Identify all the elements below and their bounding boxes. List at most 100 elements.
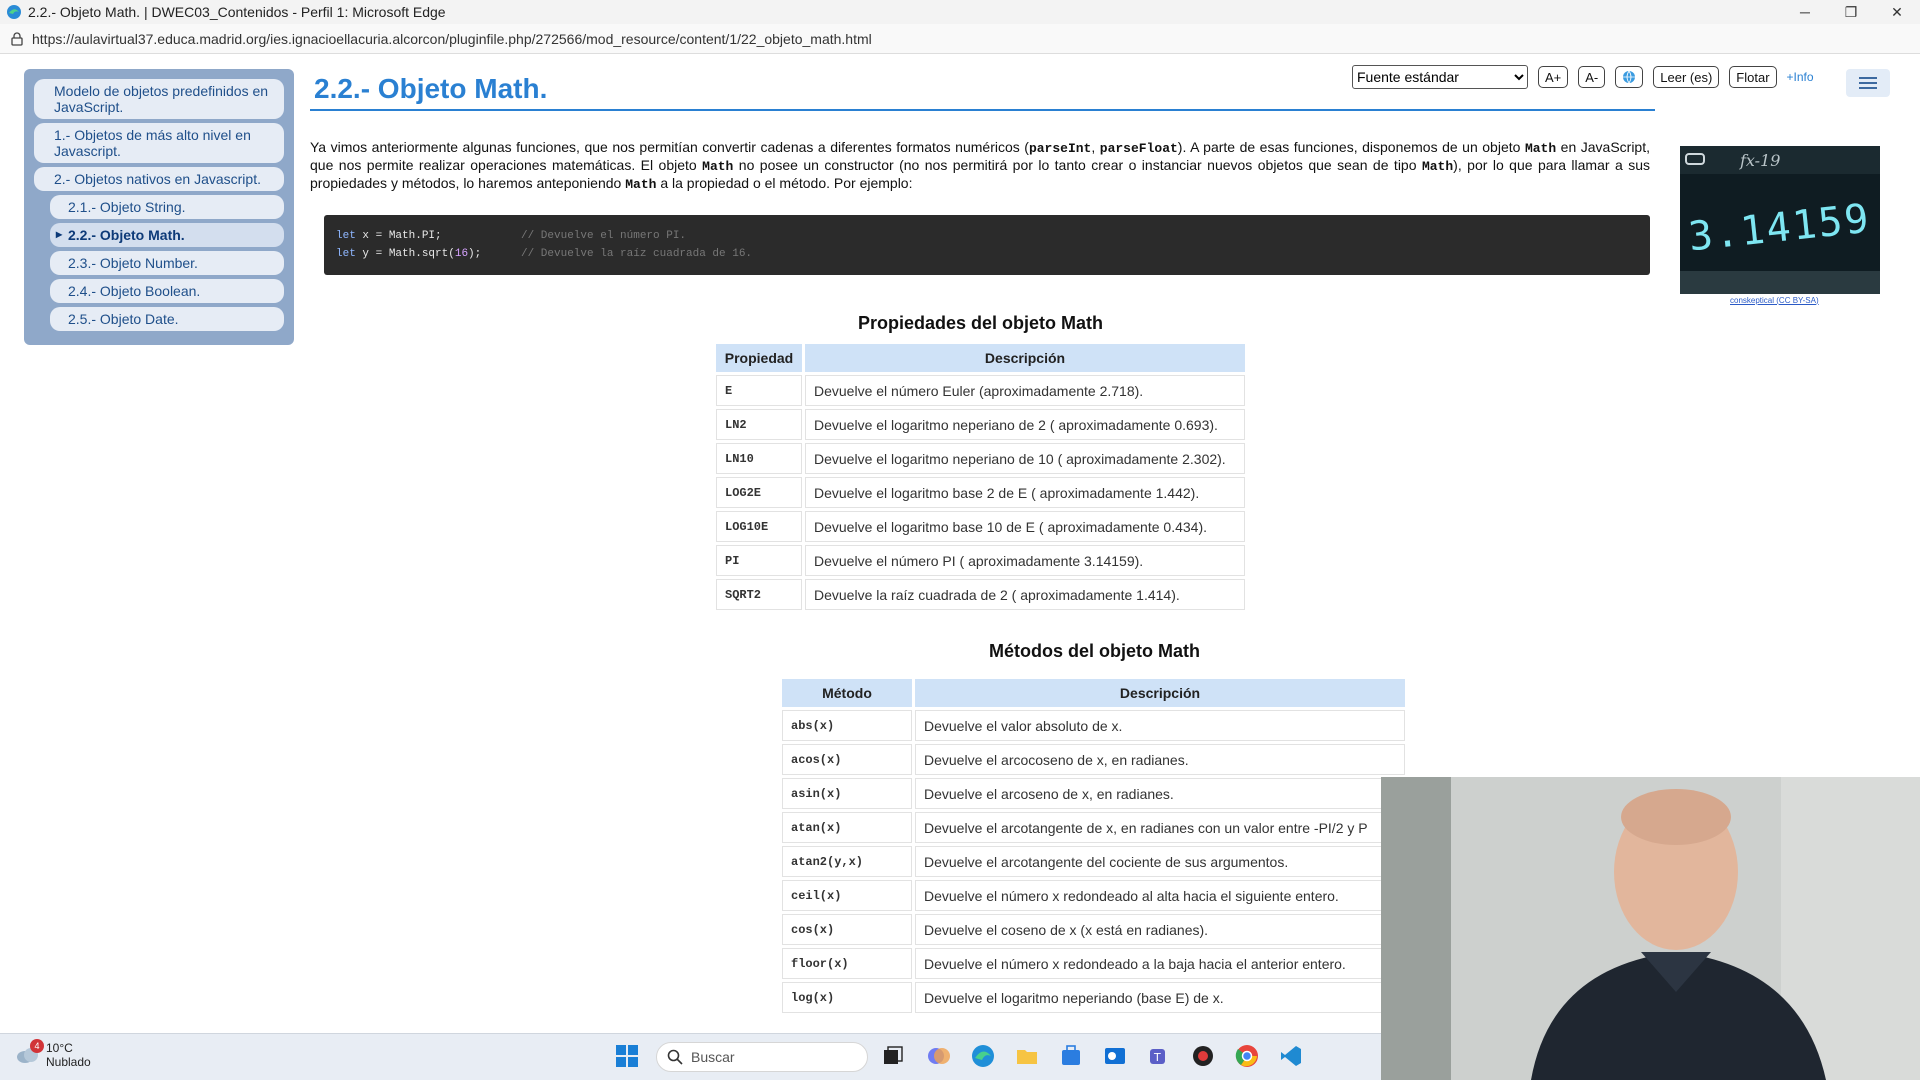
prop-name: LN2 — [716, 409, 802, 440]
table-row: asin(x) Devuelve el arcoseno de x, en rad… — [782, 778, 1405, 809]
methods-heading: Métodos del objeto Math — [989, 641, 1200, 661]
copilot-icon[interactable] — [926, 1043, 952, 1069]
method-desc: Devuelve el arcoseno de x, en radianes. — [915, 778, 1405, 809]
vscode-icon[interactable] — [1278, 1043, 1304, 1069]
menu-icon — [1859, 77, 1877, 79]
table-row: ceil(x) Devuelve el número x redondeado a… — [782, 880, 1405, 911]
prop-name: LOG2E — [716, 477, 802, 508]
method-desc: Devuelve el arcotangente del cociente de… — [915, 846, 1405, 877]
table-row: E Devuelve el número Euler (aproximadamen… — [716, 375, 1245, 406]
address-bar[interactable]: https://aulavirtual37.educa.madrid.org/i… — [0, 24, 1920, 54]
font-decrease-button[interactable]: A- — [1578, 66, 1606, 88]
table-row: floor(x) Devuelve el número x redondeado … — [782, 948, 1405, 979]
image-caption[interactable]: conskeptical (CC BY-SA) — [1730, 296, 1819, 305]
accessibility-toolbar: Fuente estándar A+ A- Leer (es) Flotar +… — [1352, 65, 1814, 89]
taskbar: 4 10°C Nublado Buscar T — [0, 1033, 1381, 1080]
table-row: PI Devuelve el número PI ( aproximadament… — [716, 545, 1245, 576]
properties-heading: Propiedades del objeto Math — [858, 313, 1104, 333]
task-view-icon[interactable] — [880, 1043, 906, 1069]
prop-desc: Devuelve el número Euler (aproximadament… — [805, 375, 1245, 406]
read-aloud-button[interactable]: Leer (es) — [1653, 66, 1720, 88]
nav-item-objetos-nativos[interactable]: 2.- Objetos nativos en Javascript. — [34, 167, 284, 191]
method-name: acos(x) — [782, 744, 912, 775]
prop-name: LN10 — [716, 443, 802, 474]
method-name: asin(x) — [782, 778, 912, 809]
restore-button[interactable]: ❐ — [1828, 0, 1874, 24]
nav-item-modelo[interactable]: Modelo de objetos predefinidos en JavaSc… — [34, 79, 284, 119]
calculator-display-icon: fx-19 3.14159 26 — [1680, 146, 1880, 294]
nav-item-date[interactable]: 2.5.- Objeto Date. — [50, 307, 284, 331]
method-name: ceil(x) — [782, 880, 912, 911]
prop-desc: Devuelve la raíz cuadrada de 2 ( aproxim… — [805, 579, 1245, 610]
svg-text:T: T — [1153, 1051, 1161, 1064]
svg-text:fx-19: fx-19 — [1739, 151, 1780, 170]
nav-item-math[interactable]: 2.2.- Objeto Math. — [50, 223, 284, 247]
hamburger-menu-button[interactable] — [1846, 69, 1890, 97]
font-select[interactable]: Fuente estándar — [1352, 65, 1528, 89]
teams-icon[interactable]: T — [1146, 1043, 1172, 1069]
table-row: atan2(y,x) Devuelve el arcotangente del c… — [782, 846, 1405, 877]
recording-app-icon[interactable] — [1190, 1043, 1216, 1069]
lock-icon — [11, 31, 23, 46]
table-row: LOG2E Devuelve el logaritmo base 2 de E (… — [716, 477, 1245, 508]
properties-table: Propiedad Descripción E Devuelve el númer… — [713, 341, 1248, 613]
prop-desc: Devuelve el logaritmo base 2 de E ( apro… — [805, 477, 1245, 508]
edge-taskbar-icon[interactable] — [970, 1043, 996, 1069]
method-name: atan(x) — [782, 812, 912, 843]
webcam-overlay — [1381, 777, 1920, 1080]
page-title: 2.2.- Objeto Math. — [314, 73, 548, 104]
method-name: atan2(y,x) — [782, 846, 912, 877]
globe-icon — [1623, 70, 1636, 84]
store-icon[interactable] — [1058, 1043, 1084, 1069]
col-header-metodo: Método — [782, 679, 912, 707]
close-button[interactable]: ✕ — [1874, 0, 1920, 24]
table-row: LN2 Devuelve el logaritmo neperiano de 2 … — [716, 409, 1245, 440]
file-explorer-icon[interactable] — [1014, 1043, 1040, 1069]
table-row: log(x) Devuelve el logaritmo neperiando (… — [782, 982, 1405, 1013]
weather-temp: 10°C — [46, 1041, 73, 1055]
url-text[interactable]: https://aulavirtual37.educa.madrid.org/i… — [32, 31, 872, 47]
table-row: abs(x) Devuelve el valor absoluto de x. — [782, 710, 1405, 741]
table-row: atan(x) Devuelve el arcotangente de x, en… — [782, 812, 1405, 843]
methods-table: Método Descripción abs(x) Devuelve el val… — [779, 676, 1408, 1016]
calculator-image: fx-19 3.14159 26 — [1680, 146, 1880, 294]
edge-icon — [7, 5, 21, 19]
code-example: let x = Math.PI; // Devuelve el número P… — [324, 215, 1650, 275]
prop-desc: Devuelve el logaritmo neperiano de 10 ( … — [805, 443, 1245, 474]
prop-desc: Devuelve el número PI ( aproximadamente … — [805, 545, 1245, 576]
code-line-2: let y = Math.sqrt(16); // Devuelve la ra… — [336, 248, 753, 260]
globe-button[interactable] — [1615, 66, 1644, 88]
method-name: log(x) — [782, 982, 912, 1013]
prop-name: LOG10E — [716, 511, 802, 542]
font-increase-button[interactable]: A+ — [1538, 66, 1569, 88]
prop-desc: Devuelve el logaritmo base 10 de E ( apr… — [805, 511, 1245, 542]
method-desc: Devuelve el arcocoseno de x, en radianes… — [915, 744, 1405, 775]
taskbar-search[interactable]: Buscar — [656, 1042, 868, 1072]
info-link[interactable]: +Info — [1787, 70, 1814, 84]
nav-item-boolean[interactable]: 2.4.- Objeto Boolean. — [50, 279, 284, 303]
chrome-icon[interactable] — [1234, 1043, 1260, 1069]
table-row: SQRT2 Devuelve la raíz cuadrada de 2 ( ap… — [716, 579, 1245, 610]
float-button[interactable]: Flotar — [1729, 66, 1777, 88]
method-desc: Devuelve el arcotangente de x, en radian… — [915, 812, 1405, 843]
nav-item-string[interactable]: 2.1.- Objeto String. — [50, 195, 284, 219]
method-desc: Devuelve el número x redondeado a la baj… — [915, 948, 1405, 979]
weather-desc: Nublado — [46, 1055, 91, 1069]
minimize-button[interactable]: ─ — [1782, 0, 1828, 24]
prop-name: E — [716, 375, 802, 406]
nav-item-objetos-alto-nivel[interactable]: 1.- Objetos de más alto nivel en Javascr… — [34, 123, 284, 163]
window-titlebar: 2.2.- Objeto Math. | DWEC03_Contenidos -… — [0, 0, 1920, 24]
title-divider — [310, 109, 1655, 111]
table-row: cos(x) Devuelve el coseno de x (x está en… — [782, 914, 1405, 945]
prop-desc: Devuelve el logaritmo neperiano de 2 ( a… — [805, 409, 1245, 440]
weather-widget[interactable]: 4 10°C Nublado — [16, 1039, 91, 1069]
table-row: acos(x) Devuelve el arcocoseno de x, en r… — [782, 744, 1405, 775]
sidebar-nav: Modelo de objetos predefinidos en JavaSc… — [24, 69, 294, 345]
intro-paragraph: Ya vimos anteriormente algunas funciones… — [310, 139, 1651, 192]
col-header-descripcion: Descripción — [915, 679, 1405, 707]
method-desc: Devuelve el coseno de x (x está en radia… — [915, 914, 1405, 945]
method-name: floor(x) — [782, 948, 912, 979]
windows-start-icon[interactable] — [614, 1043, 640, 1069]
nav-item-number[interactable]: 2.3.- Objeto Number. — [50, 251, 284, 275]
outlook-icon[interactable] — [1102, 1043, 1128, 1069]
